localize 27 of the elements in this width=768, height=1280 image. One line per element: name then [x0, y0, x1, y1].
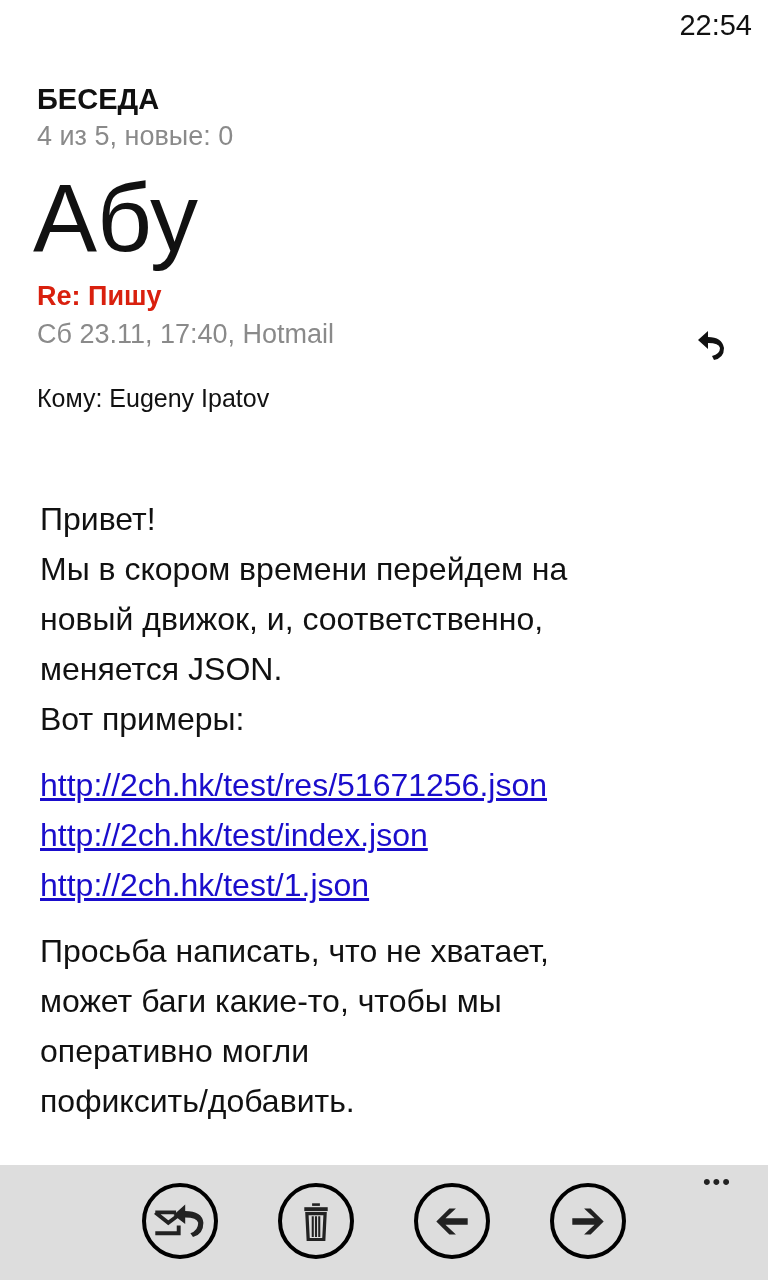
- body-text: новый движок, и, соответственно,: [40, 600, 544, 639]
- delete-button[interactable]: [278, 1183, 354, 1259]
- more-button[interactable]: •••: [702, 1169, 732, 1195]
- link[interactable]: http://2ch.hk/test/res/51671256.json: [40, 760, 547, 810]
- body-text: Мы в скором времени перейдем на: [40, 550, 568, 589]
- body-text: может баги какие-то, чтобы мы: [40, 982, 502, 1021]
- right-arrow-icon: [571, 1206, 605, 1236]
- body-text: меняется JSON.: [40, 650, 283, 689]
- link[interactable]: http://2ch.hk/test/1.json: [40, 860, 370, 910]
- email-subject: Re: Пишу: [37, 280, 163, 313]
- conversation-count: 4 из 5, новые: 0: [37, 120, 235, 153]
- left-arrow-icon: [435, 1206, 469, 1236]
- link[interactable]: http://2ch.hk/test/index.json: [40, 810, 428, 860]
- body-text: Привет!: [40, 500, 156, 539]
- body-text: Вот примеры:: [40, 700, 245, 739]
- email-date: Сб 23.11, 17:40, Hotmail: [37, 318, 335, 350]
- recipient-line: Кому: Eugeny Ipatov: [37, 383, 271, 414]
- sender-name: Абу: [33, 163, 199, 273]
- body-text: пофиксить/добавить.: [40, 1082, 355, 1121]
- page-title: БЕСЕДА: [37, 82, 161, 117]
- next-button[interactable]: [550, 1183, 626, 1259]
- body-text: оперативно могли: [40, 1032, 309, 1071]
- previous-button[interactable]: [414, 1183, 490, 1259]
- trash-icon: [303, 1201, 329, 1241]
- body-text: Просьба написать, что не хватает,: [40, 932, 549, 971]
- clock-time: 22:54: [679, 8, 752, 42]
- reply-all-button[interactable]: [142, 1183, 218, 1259]
